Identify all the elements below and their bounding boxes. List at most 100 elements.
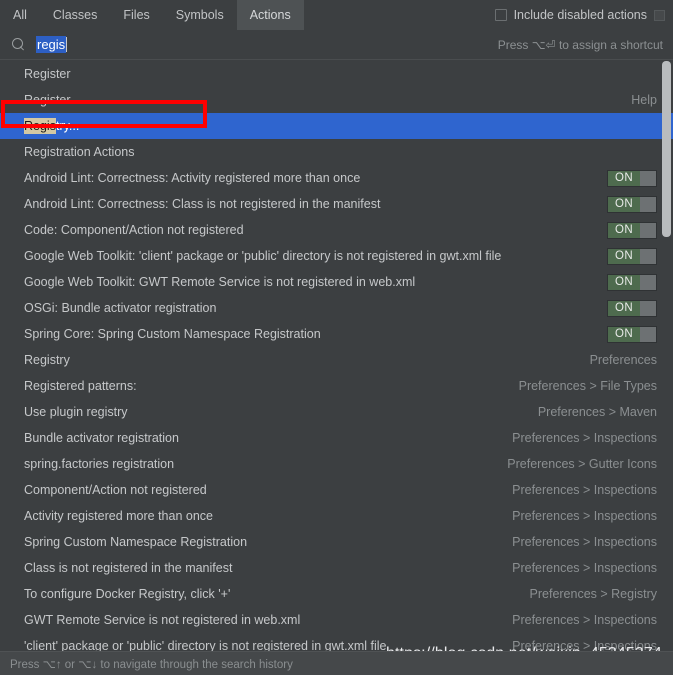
inspection-toggle-state: ON xyxy=(608,248,640,264)
result-row-label: spring.factories registration xyxy=(24,457,175,471)
tab-bar-right: Include disabled actions xyxy=(494,8,673,22)
inspection-toggle[interactable]: ON xyxy=(607,221,657,239)
tab-actions[interactable]: Actions xyxy=(236,0,304,30)
text-caret xyxy=(66,37,68,52)
status-bar-text: Press ⌥↑ or ⌥↓ to navigate through the s… xyxy=(10,658,293,671)
result-row[interactable]: Register xyxy=(0,61,673,87)
result-row-label: Class is not registered in the manifest xyxy=(24,561,233,575)
result-row-location: Preferences > Inspections xyxy=(512,483,657,497)
result-row[interactable]: OSGi: Bundle activator registration ON xyxy=(0,295,673,321)
result-row-label: Use plugin registry xyxy=(24,405,128,419)
result-row-label: Registry... xyxy=(24,118,79,134)
result-row-location: Preferences > Inspections xyxy=(512,613,657,627)
results-list[interactable]: Register Register... Help Registry... Regist… xyxy=(0,61,673,651)
tab-bar: All Classes Files Symbols Actions Includ… xyxy=(0,0,673,30)
inspection-toggle-knob xyxy=(640,222,656,238)
result-row[interactable]: Activity registered more than once Prefer… xyxy=(0,503,673,529)
vertical-scrollbar[interactable] xyxy=(662,61,671,651)
result-row[interactable]: spring.factories registration Preferences… xyxy=(0,451,673,477)
result-row[interactable]: Registration Actions xyxy=(0,139,673,165)
result-row-location: Preferences > Inspections xyxy=(512,535,657,549)
result-row-label: Bundle activator registration xyxy=(24,431,179,445)
inspection-toggle-knob xyxy=(640,248,656,264)
inspection-toggle-state: ON xyxy=(608,274,640,290)
inspection-toggle[interactable]: ON xyxy=(607,247,657,265)
result-row[interactable]: Android Lint: Correctness: Class is not … xyxy=(0,191,673,217)
result-row[interactable]: Google Web Toolkit: 'client' package or … xyxy=(0,243,673,269)
include-disabled-actions-label: Include disabled actions xyxy=(513,8,647,22)
inspection-toggle[interactable]: ON xyxy=(607,273,657,291)
inspection-toggle[interactable]: ON xyxy=(607,325,657,343)
inspection-toggle-knob xyxy=(640,196,656,212)
tab-all[interactable]: All xyxy=(0,0,40,30)
result-row[interactable]: GWT Remote Service is not registered in … xyxy=(0,607,673,633)
result-row-location: Preferences xyxy=(589,353,657,367)
result-row-label: OSGi: Bundle activator registration xyxy=(24,301,217,315)
vertical-scrollbar-thumb[interactable] xyxy=(662,61,671,237)
tab-classes-label: Classes xyxy=(52,8,98,22)
result-row-label: Spring Custom Namespace Registration xyxy=(24,535,248,549)
result-row[interactable]: Registry Preferences xyxy=(0,347,673,373)
result-row-label: Component/Action not registered xyxy=(24,483,207,497)
result-row[interactable]: Use plugin registry Preferences > Maven xyxy=(0,399,673,425)
inspection-toggle-knob xyxy=(640,300,656,316)
search-match-highlight: Regis xyxy=(24,118,56,134)
result-row-label: Google Web Toolkit: GWT Remote Service i… xyxy=(24,275,416,289)
filter-icon[interactable] xyxy=(654,9,665,21)
result-row[interactable]: Registered patterns: Preferences > File T… xyxy=(0,373,673,399)
search-input[interactable]: regis xyxy=(36,36,67,53)
result-row-label: To configure Docker Registry, click '+' xyxy=(24,587,231,601)
result-row[interactable]: Bundle activator registration Preferences… xyxy=(0,425,673,451)
result-row-location: Preferences > File Types xyxy=(518,379,657,393)
search-icon xyxy=(12,37,26,52)
result-row-label: 'client' package or 'public' directory i… xyxy=(24,639,387,651)
result-row-location: Preferences > Registry xyxy=(529,587,657,601)
tab-symbols[interactable]: Symbols xyxy=(163,0,237,30)
inspection-toggle-state: ON xyxy=(608,170,640,186)
inspection-toggle-knob xyxy=(640,274,656,290)
result-row-label: Activity registered more than once xyxy=(24,509,213,523)
inspection-toggle-state: ON xyxy=(608,326,640,342)
tab-files[interactable]: Files xyxy=(110,0,162,30)
tab-classes[interactable]: Classes xyxy=(40,0,110,30)
result-row-location: Preferences > Inspections xyxy=(512,561,657,575)
tab-symbols-label: Symbols xyxy=(175,8,224,22)
result-row[interactable]: Spring Core: Spring Custom Namespace Reg… xyxy=(0,321,673,347)
inspection-toggle-state: ON xyxy=(608,300,640,316)
inspection-toggle-knob xyxy=(640,326,656,342)
inspection-toggle[interactable]: ON xyxy=(607,299,657,317)
tab-actions-label: Actions xyxy=(249,8,291,22)
result-row[interactable]: Android Lint: Correctness: Activity regi… xyxy=(0,165,673,191)
inspection-toggle[interactable]: ON xyxy=(607,169,657,187)
tab-files-label: Files xyxy=(123,8,150,22)
result-row[interactable]: Google Web Toolkit: GWT Remote Service i… xyxy=(0,269,673,295)
search-row: regis Press ⌥⏎ to assign a shortcut xyxy=(0,30,673,60)
result-row[interactable]: To configure Docker Registry, click '+' P… xyxy=(0,581,673,607)
result-row[interactable]: Spring Custom Namespace Registration Pref… xyxy=(0,529,673,555)
inspection-toggle-state: ON xyxy=(608,222,640,238)
result-row[interactable]: Component/Action not registered Preferenc… xyxy=(0,477,673,503)
result-row[interactable]: Code: Component/Action not registered ON xyxy=(0,217,673,243)
result-row-label: Spring Core: Spring Custom Namespace Reg… xyxy=(24,327,321,341)
result-row[interactable]: Register... Help xyxy=(0,87,673,113)
result-row-label: Register xyxy=(24,67,71,81)
result-row-label: GWT Remote Service is not registered in … xyxy=(24,613,301,627)
inspection-toggle[interactable]: ON xyxy=(607,195,657,213)
tab-all-label: All xyxy=(13,8,27,22)
result-row-label: Android Lint: Correctness: Activity regi… xyxy=(24,171,361,185)
result-row-label: Registration Actions xyxy=(24,145,135,159)
result-row-label: Register... xyxy=(24,93,81,107)
result-row[interactable]: Registry... xyxy=(0,113,673,139)
result-row-label: Registry xyxy=(24,353,70,367)
result-row-location: Preferences > Inspections xyxy=(512,431,657,445)
assign-shortcut-hint: Press ⌥⏎ to assign a shortcut xyxy=(497,37,663,52)
result-row-location: Preferences > Maven xyxy=(537,405,657,419)
result-row-label: Registered patterns: xyxy=(24,379,137,393)
include-disabled-actions-checkbox[interactable] xyxy=(494,9,507,21)
result-row-location: Preferences > Gutter Icons xyxy=(507,457,657,471)
result-row[interactable]: Class is not registered in the manifest P… xyxy=(0,555,673,581)
result-row-label: Google Web Toolkit: 'client' package or … xyxy=(24,249,502,263)
result-row-label: Android Lint: Correctness: Class is not … xyxy=(24,197,381,211)
search-everywhere-dialog: All Classes Files Symbols Actions Includ… xyxy=(0,0,673,675)
result-row-location: Preferences > Inspections xyxy=(512,509,657,523)
